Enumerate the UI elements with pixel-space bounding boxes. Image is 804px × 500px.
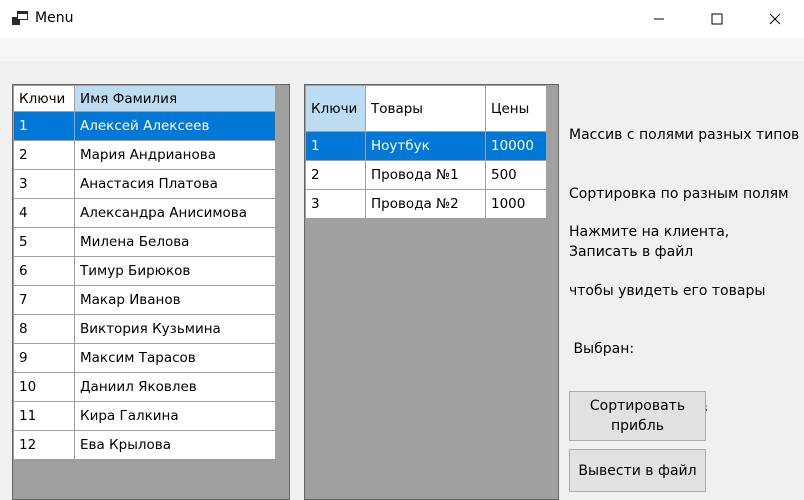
- table-cell-key[interactable]: 12: [13, 430, 75, 460]
- table-cell-key[interactable]: 3: [13, 169, 75, 199]
- table-cell-key[interactable]: 5: [13, 227, 75, 257]
- table-row[interactable]: 1 Ноутбук 10000: [305, 131, 547, 161]
- table-cell-key[interactable]: 1: [13, 111, 75, 141]
- table-row[interactable]: 8 Виктория Кузьмина: [13, 314, 276, 344]
- table-cell-goods[interactable]: Провода №1: [365, 160, 486, 190]
- feature-line: Массив с полями разных типов: [569, 127, 800, 143]
- table-cell-name[interactable]: Виктория Кузьмина: [74, 314, 276, 344]
- table-row[interactable]: 7 Макар Иванов: [13, 285, 276, 315]
- table-cell-key[interactable]: 9: [13, 343, 75, 373]
- goods-table: Ключи Товары Цены 1 Ноутбук 10000 2 Провода …: [305, 85, 547, 219]
- table-cell-name[interactable]: Кира Галкина: [74, 401, 276, 431]
- hint-line: чтобы увидеть его товары: [569, 282, 766, 299]
- app-window-icon: [12, 11, 28, 25]
- table-row[interactable]: 2 Мария Андрианова: [13, 140, 276, 170]
- table-row[interactable]: 2 Провода №1 500: [305, 160, 547, 190]
- title-bar: Menu: [0, 0, 804, 38]
- table-cell-key[interactable]: 10: [13, 372, 75, 402]
- table-cell-name[interactable]: Тимур Бирюков: [74, 256, 276, 286]
- table-row[interactable]: 10 Даниил Яковлев: [13, 372, 276, 402]
- column-header-prices[interactable]: Цены: [485, 85, 547, 132]
- table-cell-key[interactable]: 2: [13, 140, 75, 170]
- close-button[interactable]: [746, 0, 804, 38]
- table-cell-name[interactable]: Ева Крылова: [74, 430, 276, 460]
- minimize-icon: [654, 18, 664, 20]
- selected-label: Выбран:: [569, 341, 635, 357]
- table-cell-name[interactable]: Алексей Алексеев: [74, 111, 276, 141]
- table-row[interactable]: 6 Тимур Бирюков: [13, 256, 276, 286]
- window-title: Menu: [35, 10, 74, 26]
- sort-profit-label: Сортировать прибль: [589, 398, 686, 434]
- column-header-name[interactable]: Имя Фамилия: [74, 85, 276, 112]
- table-cell-key[interactable]: 2: [305, 160, 366, 190]
- table-cell-goods[interactable]: Провода №2: [365, 189, 486, 219]
- goods-grid[interactable]: Ключи Товары Цены 1 Ноутбук 10000 2 Провода …: [304, 84, 559, 500]
- table-cell-key[interactable]: 8: [13, 314, 75, 344]
- table-cell-price[interactable]: 10000: [485, 131, 547, 161]
- table-cell-key[interactable]: 1: [305, 131, 366, 161]
- export-to-file-button[interactable]: Вывести в файл: [569, 449, 706, 492]
- table-cell-key[interactable]: 11: [13, 401, 75, 431]
- table-cell-key[interactable]: 4: [13, 198, 75, 228]
- table-cell-price[interactable]: 1000: [485, 189, 547, 219]
- table-row[interactable]: 3 Провода №2 1000: [305, 189, 547, 219]
- export-label: Вывести в файл: [578, 462, 697, 479]
- hint-line: Нажмите на клиента,: [569, 224, 730, 240]
- table-row[interactable]: 12 Ева Крылова: [13, 430, 276, 460]
- column-header-goods[interactable]: Товары: [365, 85, 486, 132]
- table-cell-key[interactable]: 7: [13, 285, 75, 315]
- table-row[interactable]: 4 Александра Анисимова: [13, 198, 276, 228]
- goods-header-row: Ключи Товары Цены: [305, 85, 547, 132]
- table-cell-key[interactable]: 3: [305, 189, 366, 219]
- table-cell-goods[interactable]: Ноутбук: [365, 131, 486, 161]
- table-cell-name[interactable]: Милена Белова: [74, 227, 276, 257]
- clients-table: Ключи Имя Фамилия 1 Алексей Алексеев 2 Мари…: [13, 85, 276, 460]
- table-cell-name[interactable]: Даниил Яковлев: [74, 372, 276, 402]
- menu-strip: [0, 38, 804, 62]
- table-row[interactable]: 11 Кира Галкина: [13, 401, 276, 431]
- sort-profit-button[interactable]: Сортировать прибль: [569, 391, 706, 441]
- close-icon: [769, 13, 781, 25]
- clients-grid[interactable]: Ключи Имя Фамилия 1 Алексей Алексеев 2 Мари…: [12, 84, 290, 500]
- table-cell-price[interactable]: 500: [485, 160, 547, 190]
- table-row[interactable]: 1 Алексей Алексеев: [13, 111, 276, 141]
- table-cell-key[interactable]: 6: [13, 256, 75, 286]
- maximize-button[interactable]: [688, 0, 746, 38]
- table-cell-name[interactable]: Александра Анисимова: [74, 198, 276, 228]
- column-header-keys[interactable]: Ключи: [13, 85, 75, 112]
- column-header-keys[interactable]: Ключи: [305, 85, 366, 132]
- table-cell-name[interactable]: Мария Андрианова: [74, 140, 276, 170]
- minimize-button[interactable]: [630, 0, 688, 38]
- table-row[interactable]: 5 Милена Белова: [13, 227, 276, 257]
- table-cell-name[interactable]: Анастасия Платова: [74, 169, 276, 199]
- table-row[interactable]: 9 Максим Тарасов: [13, 343, 276, 373]
- clients-header-row: Ключи Имя Фамилия: [13, 85, 276, 112]
- maximize-icon: [711, 13, 723, 25]
- table-cell-name[interactable]: Макар Иванов: [74, 285, 276, 315]
- table-row[interactable]: 3 Анастасия Платова: [13, 169, 276, 199]
- table-cell-name[interactable]: Максим Тарасов: [74, 343, 276, 373]
